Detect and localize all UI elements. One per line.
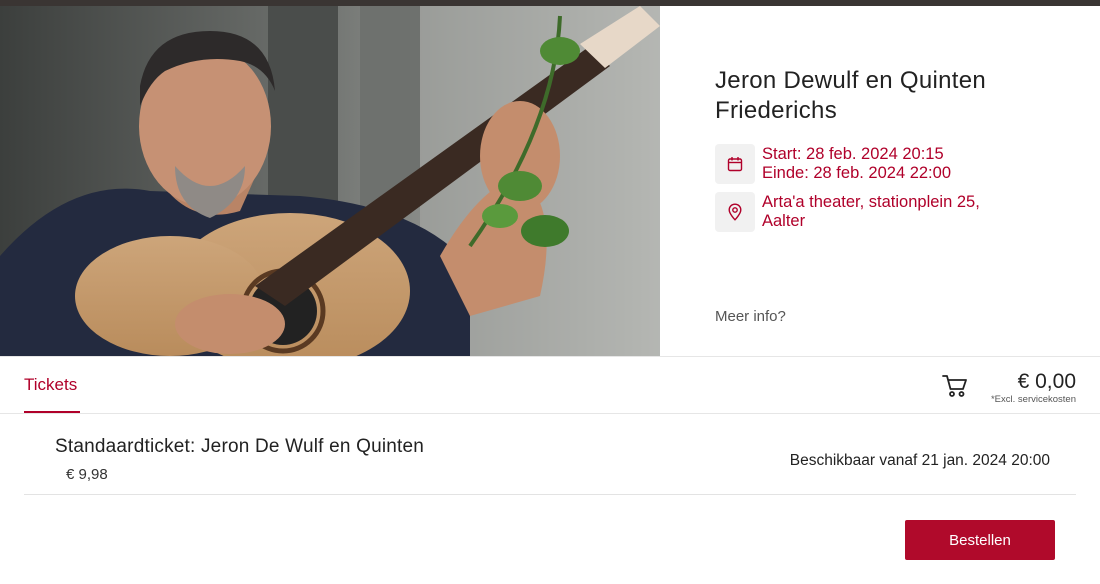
map-pin-icon bbox=[715, 192, 755, 232]
cart-amount: € 0,00 bbox=[1017, 370, 1076, 393]
event-info-panel: Jeron Dewulf en Quinten Friederichs Star… bbox=[660, 6, 1100, 356]
calendar-icon bbox=[715, 144, 755, 184]
service-cost-note: *Excl. servicekosten bbox=[990, 394, 1076, 405]
event-location[interactable]: Arta'a theater, stationplein 25, Aalter bbox=[762, 192, 1022, 231]
event-image bbox=[0, 6, 660, 356]
cart-icon[interactable] bbox=[942, 374, 968, 398]
more-info-link[interactable]: Meer info? bbox=[715, 308, 786, 325]
event-date-row: Start: 28 feb. 2024 20:15 Einde: 28 feb.… bbox=[715, 144, 951, 184]
ticket-price: € 9,98 bbox=[66, 466, 108, 483]
ticket-availability: Beschikbaar vanaf 21 jan. 2024 20:00 bbox=[789, 452, 1050, 469]
event-location-row: Arta'a theater, stationplein 25, Aalter bbox=[715, 192, 1022, 232]
event-start: Start: 28 feb. 2024 20:15 bbox=[762, 145, 944, 163]
tab-bar: Tickets € 0,00 *Excl. servicekosten bbox=[0, 356, 1100, 414]
tab-active-indicator bbox=[24, 411, 80, 413]
event-title: Jeron Dewulf en Quinten Friederichs bbox=[715, 67, 987, 124]
cart-total: € 0,00 *Excl. servicekosten bbox=[991, 369, 1076, 405]
ticket-name: Standaardticket: Jeron De Wulf en Quinte… bbox=[55, 436, 425, 457]
order-button[interactable]: Bestellen bbox=[905, 520, 1055, 560]
tab-tickets[interactable]: Tickets bbox=[24, 375, 77, 395]
event-end: Einde: 28 feb. 2024 22:00 bbox=[762, 164, 951, 182]
event-date-text: Start: 28 feb. 2024 20:15 Einde: 28 feb.… bbox=[762, 144, 951, 183]
ticket-row: Standaardticket: Jeron De Wulf en Quinte… bbox=[24, 414, 1076, 495]
